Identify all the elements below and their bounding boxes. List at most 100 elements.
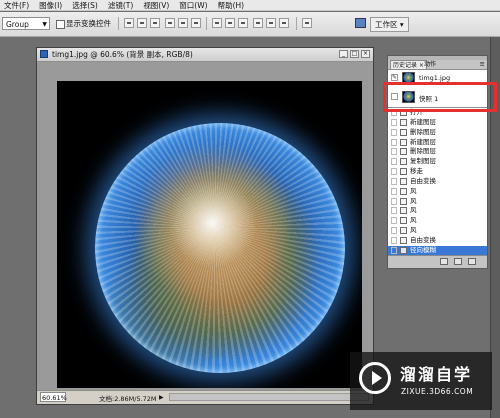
step-icon — [400, 158, 407, 166]
history-step[interactable]: 新建图层 — [388, 138, 487, 148]
history-brush-source-icon[interactable] — [391, 158, 397, 166]
history-step-label: 复制图层 — [410, 157, 436, 166]
step-icon — [400, 207, 407, 215]
distribute-vcenter-icon[interactable] — [225, 18, 235, 28]
distribute-hcenter-icon[interactable] — [266, 18, 276, 28]
watermark-url: ZIXUE.3D66.COM — [401, 387, 474, 396]
history-step[interactable]: 风 — [388, 187, 487, 197]
history-brush-source-icon[interactable] — [391, 246, 397, 254]
auto-select-dropdown[interactable]: Group ▼ — [2, 17, 50, 30]
show-transform-checkbox[interactable] — [56, 20, 65, 29]
auto-select-value: Group — [6, 20, 29, 29]
history-brush-source-icon[interactable] — [391, 138, 397, 146]
status-menu-arrow-icon[interactable]: ▶ — [159, 394, 164, 401]
horizontal-scrollbar[interactable] — [169, 393, 369, 401]
bridge-icon[interactable] — [355, 18, 366, 28]
canvas-area[interactable] — [37, 62, 373, 390]
history-brush-source-icon[interactable] — [391, 148, 397, 156]
history-step-label: 自由变换 — [410, 235, 436, 244]
step-icon — [400, 138, 407, 146]
history-brush-source-icon[interactable]: ✎ — [391, 74, 398, 81]
history-panel-footer — [388, 255, 487, 268]
canvas-image[interactable] — [57, 81, 362, 388]
history-steps-list: 打开 新建图层 删除图层 新建图层 删除图层 复制图层 移走 自由变换 风 风 … — [388, 108, 487, 256]
panel-menu-icon[interactable]: ≡ — [480, 60, 485, 69]
align-bottom-icon[interactable] — [150, 18, 160, 28]
history-step-label: 风 — [410, 226, 417, 235]
menu-view[interactable]: 视图(V) — [143, 0, 169, 11]
history-brush-source-icon[interactable] — [391, 187, 397, 195]
history-step-label: 风 — [410, 196, 417, 205]
history-step[interactable]: 自由变换 — [388, 236, 487, 246]
step-icon — [400, 236, 407, 244]
menu-file[interactable]: 文件(F) — [4, 0, 29, 11]
tab-actions[interactable]: 动作 — [422, 60, 438, 69]
document-title: timg1.jpg @ 60.6% (背景 副本, RGB/8) — [52, 50, 193, 59]
menu-filter[interactable]: 滤镜(T) — [108, 0, 133, 11]
distribute-right-icon[interactable] — [279, 18, 289, 28]
document-window: timg1.jpg @ 60.6% (背景 副本, RGB/8) _ □ × 6… — [36, 47, 374, 405]
align-hcenter-icon[interactable] — [178, 18, 188, 28]
history-step[interactable]: 新建图层 — [388, 118, 487, 128]
distribute-left-icon[interactable] — [253, 18, 263, 28]
close-icon[interactable]: × — [361, 50, 370, 58]
history-brush-source-icon[interactable] — [391, 118, 397, 126]
distribute-bottom-icon[interactable] — [238, 18, 248, 28]
history-step-label: 新建图层 — [410, 137, 436, 146]
history-step-label: 风 — [410, 216, 417, 225]
history-step[interactable]: 风 — [388, 206, 487, 216]
options-bar: Group ▼ 显示变换控件 工作区 ▾ — [0, 12, 500, 37]
history-brush-source-icon[interactable] — [391, 227, 397, 235]
menu-image[interactable]: 图像(I) — [39, 0, 62, 11]
panel-tabs: 历史记录 × 动作 ≡ — [388, 60, 487, 70]
watermark-title: 溜溜自学 — [400, 365, 473, 384]
history-step[interactable]: 风 — [388, 226, 487, 236]
maximize-icon[interactable]: □ — [350, 50, 359, 58]
history-step[interactable]: 复制图层 — [388, 157, 487, 167]
history-step[interactable]: 删除图层 — [388, 147, 487, 157]
trash-icon[interactable] — [468, 258, 476, 265]
annotation-highlight-box — [383, 82, 497, 112]
menu-select[interactable]: 选择(S) — [72, 0, 98, 11]
create-snapshot-icon[interactable] — [454, 258, 462, 265]
history-brush-source-icon[interactable] — [391, 177, 397, 185]
history-step[interactable]: 自由变换 — [388, 177, 487, 187]
history-step[interactable]: 风 — [388, 216, 487, 226]
history-step[interactable]: 移走 — [388, 167, 487, 177]
history-step[interactable]: 删除图层 — [388, 128, 487, 138]
minimize-icon[interactable]: _ — [339, 50, 348, 58]
toolbar-divider — [118, 17, 119, 30]
distribute-top-icon[interactable] — [212, 18, 222, 28]
step-icon — [400, 168, 407, 176]
history-step-label: 新建图层 — [410, 117, 436, 126]
step-icon — [400, 187, 407, 195]
zoom-field[interactable]: 60.61% — [40, 392, 67, 402]
history-step-label: 风 — [410, 186, 417, 195]
document-title-bar[interactable]: timg1.jpg @ 60.6% (背景 副本, RGB/8) _ □ × — [37, 48, 373, 62]
menu-help[interactable]: 帮助(H) — [218, 0, 245, 11]
auto-align-icon[interactable] — [302, 18, 312, 28]
align-top-icon[interactable] — [124, 18, 134, 28]
workspace-button[interactable]: 工作区 ▾ — [370, 17, 409, 32]
align-right-icon[interactable] — [191, 18, 201, 28]
align-vcenter-icon[interactable] — [137, 18, 147, 28]
history-step-label: 移走 — [410, 167, 423, 176]
step-icon — [400, 118, 407, 126]
history-brush-source-icon[interactable] — [391, 168, 397, 176]
step-icon — [400, 177, 407, 185]
step-icon — [400, 197, 407, 205]
history-brush-source-icon[interactable] — [391, 207, 397, 215]
toolbar-divider — [296, 17, 297, 30]
align-left-icon[interactable] — [165, 18, 175, 28]
step-icon — [400, 217, 407, 225]
history-brush-source-icon[interactable] — [391, 128, 397, 136]
history-step-label: 自由变换 — [410, 176, 436, 185]
history-brush-source-icon[interactable] — [391, 217, 397, 225]
new-document-from-state-icon[interactable] — [440, 258, 448, 265]
history-brush-source-icon[interactable] — [391, 236, 397, 244]
history-brush-source-icon[interactable] — [391, 197, 397, 205]
menu-window[interactable]: 窗口(W) — [179, 0, 207, 11]
step-icon — [400, 227, 407, 235]
history-step[interactable]: 风 — [388, 197, 487, 207]
menu-bar: 文件(F) 图像(I) 选择(S) 滤镜(T) 视图(V) 窗口(W) 帮助(H… — [0, 0, 500, 11]
